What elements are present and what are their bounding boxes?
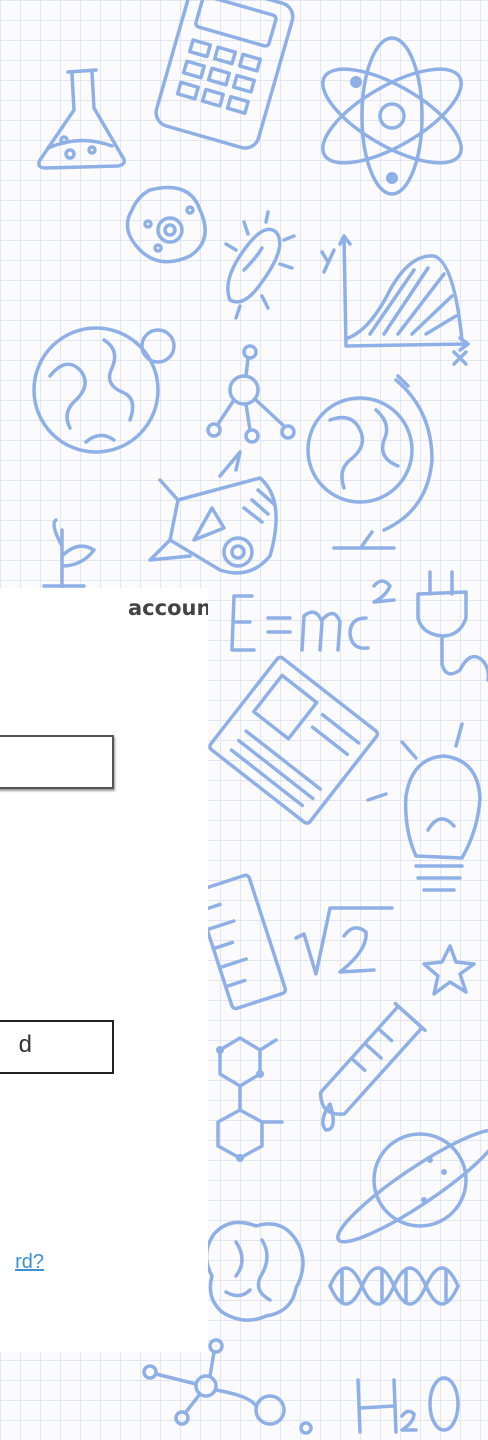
login-card: account d	[0, 588, 208, 1352]
plant-icon	[42, 518, 96, 590]
atom-icon	[321, 36, 463, 196]
book-icon	[208, 655, 380, 825]
molecule-icon	[206, 344, 296, 444]
password-input-text[interactable]: d	[19, 1031, 32, 1059]
ruler-icon	[194, 873, 288, 1011]
forgot-password-link-wrap: rd?	[0, 1251, 44, 1281]
microbe-icon	[224, 210, 296, 320]
earth-icon	[32, 326, 160, 454]
graph-axis-x	[452, 350, 468, 366]
card-title-text: account	[128, 596, 208, 620]
hexagon-molecule-icon	[216, 1036, 284, 1162]
bacteria-icon	[125, 185, 207, 264]
dna-icon	[328, 1266, 460, 1306]
graph-axis-y	[320, 248, 336, 274]
star-icon	[422, 944, 476, 996]
planet-icon	[336, 1128, 488, 1244]
calculator-icon	[154, 0, 295, 150]
username-input[interactable]	[0, 737, 112, 787]
molecule-chain-icon	[142, 1338, 313, 1435]
username-field[interactable]	[0, 735, 114, 789]
lightbulb-icon	[366, 722, 482, 892]
sqrt-text-doodle	[294, 906, 394, 976]
flask-icon	[37, 68, 126, 170]
bell-curve-graph-icon	[320, 234, 470, 366]
water-text-doodle	[356, 1376, 460, 1434]
forgot-password-link[interactable]: rd?	[15, 1251, 44, 1274]
plug-icon	[416, 570, 488, 682]
globe-icon	[306, 374, 434, 550]
rocket-icon	[148, 450, 278, 575]
password-field[interactable]: d	[0, 1020, 114, 1074]
login-card-title: account	[0, 596, 208, 636]
formula-text-doodle	[230, 579, 396, 652]
brain-icon	[204, 1220, 305, 1322]
